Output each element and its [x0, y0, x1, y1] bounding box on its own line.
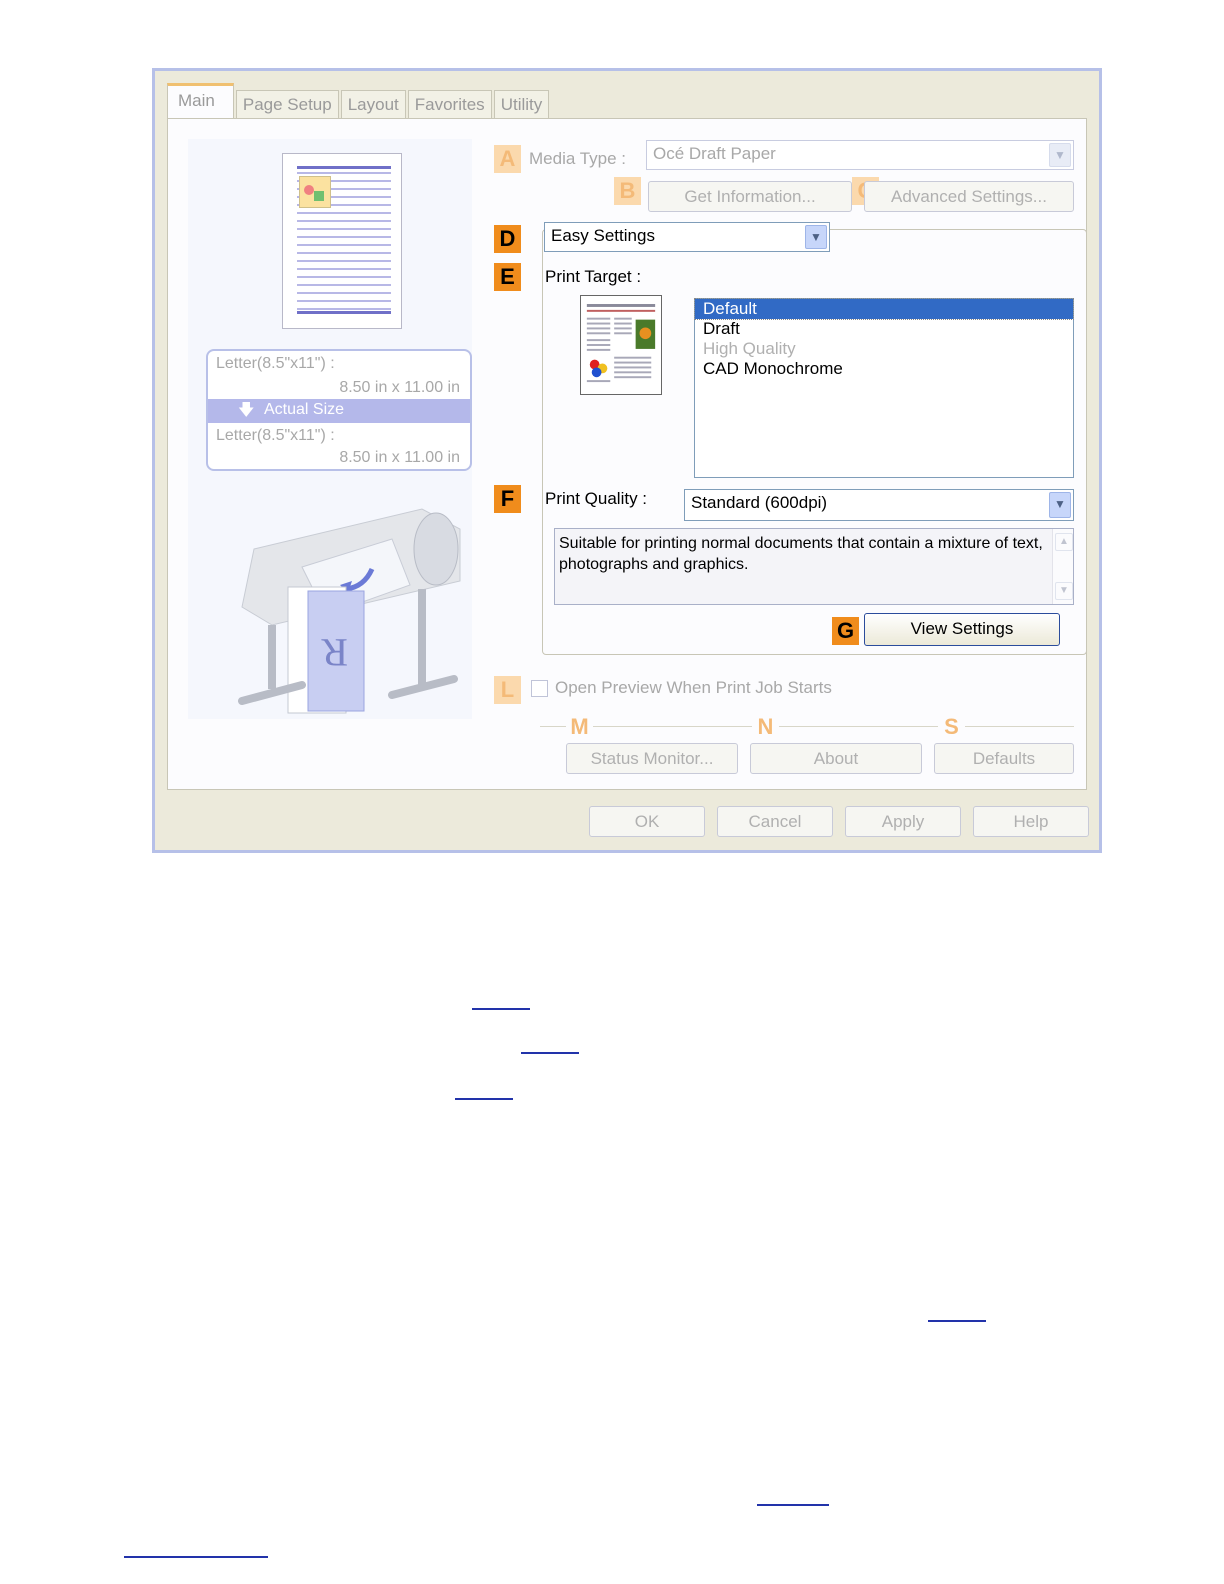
badge-b: B — [614, 177, 641, 205]
original-size-value: 8.50 in x 11.00 in — [339, 379, 460, 396]
status-monitor-button[interactable]: Status Monitor... — [566, 743, 738, 774]
media-type-label: Media Type : — [529, 149, 627, 168]
badge-m: M — [566, 713, 593, 741]
separator — [540, 726, 1074, 727]
description-scrollbar[interactable]: ▲ ▼ — [1052, 529, 1073, 604]
print-target-preview-image — [580, 295, 662, 395]
paper-size-summary: Letter(8.5"x11") : 8.50 in x 11.00 in 🡇 … — [206, 349, 472, 471]
tab-bar: Main Page Setup Layout Favorites Utility — [167, 83, 551, 119]
scroll-down-icon[interactable]: ▼ — [1055, 582, 1073, 600]
settings-mode-value: Easy Settings — [551, 226, 655, 245]
print-quality-select[interactable]: Standard (600dpi) ▼ — [684, 489, 1074, 521]
chevron-down-icon: ▼ — [1049, 492, 1071, 518]
doc-link[interactable] — [757, 1504, 829, 1506]
settings-mode-select[interactable]: Easy Settings ▼ — [544, 222, 830, 252]
apply-button[interactable]: Apply — [845, 806, 961, 837]
output-size-label: Letter(8.5"x11") : — [216, 427, 335, 444]
print-quality-label: Print Quality : — [545, 489, 648, 508]
tab-page-setup[interactable]: Page Setup — [235, 90, 339, 119]
badge-n: N — [752, 713, 779, 741]
media-type-value: Océ Draft Paper — [653, 144, 776, 163]
list-item[interactable]: CAD Monochrome — [695, 359, 1073, 379]
print-quality-value: Standard (600dpi) — [691, 493, 828, 512]
arrow-down-icon: 🡇 — [238, 402, 255, 419]
media-type-select[interactable]: Océ Draft Paper ▼ — [646, 140, 1074, 170]
badge-g: G — [832, 617, 859, 645]
badge-l: L — [494, 676, 521, 704]
list-item[interactable]: Default — [694, 298, 1074, 320]
quality-description-text: Suitable for printing normal documents t… — [559, 535, 1043, 573]
advanced-settings-button[interactable]: Advanced Settings... — [864, 181, 1074, 212]
ok-button[interactable]: OK — [589, 806, 705, 837]
scroll-up-icon[interactable]: ▲ — [1055, 533, 1073, 551]
chevron-down-icon: ▼ — [1049, 143, 1071, 167]
badge-s: S — [938, 713, 965, 741]
chevron-down-icon: ▼ — [805, 225, 827, 249]
print-target-label: Print Target : — [545, 267, 642, 286]
output-size-value: 8.50 in x 11.00 in — [339, 449, 460, 466]
printer-properties-dialog: Main Page Setup Layout Favorites Utility… — [152, 68, 1102, 853]
scaling-band: 🡇 Actual Size — [208, 399, 470, 423]
original-size-label: Letter(8.5"x11") : — [216, 355, 335, 372]
badge-e: E — [494, 263, 521, 291]
badge-d: D — [494, 225, 521, 253]
doc-link[interactable] — [472, 1008, 530, 1010]
printer-illustration: R — [238, 508, 461, 714]
tab-main[interactable]: Main — [167, 83, 234, 119]
view-settings-button[interactable]: View Settings — [864, 613, 1060, 646]
svg-text:R: R — [321, 630, 348, 675]
defaults-button[interactable]: Defaults — [934, 743, 1074, 774]
doc-link[interactable] — [928, 1320, 986, 1322]
page-preview-image — [282, 153, 402, 329]
get-information-button[interactable]: Get Information... — [648, 181, 852, 212]
tab-layout[interactable]: Layout — [340, 90, 406, 119]
list-item[interactable]: High Quality — [695, 339, 1073, 359]
doc-link[interactable] — [521, 1052, 579, 1054]
preview-area: Letter(8.5"x11") : 8.50 in x 11.00 in 🡇 … — [188, 139, 472, 719]
cancel-button[interactable]: Cancel — [717, 806, 833, 837]
doc-link[interactable] — [455, 1098, 513, 1100]
help-button[interactable]: Help — [973, 806, 1089, 837]
main-tab-panel: Letter(8.5"x11") : 8.50 in x 11.00 in 🡇 … — [167, 118, 1087, 790]
print-target-list[interactable]: Default Draft High Quality CAD Monochrom… — [694, 298, 1074, 478]
open-preview-label: Open Preview When Print Job Starts — [555, 678, 832, 697]
tab-utility[interactable]: Utility — [493, 90, 550, 119]
scaling-label: Actual Size — [264, 401, 345, 418]
about-button[interactable]: About — [750, 743, 922, 774]
open-preview-checkbox[interactable] — [531, 680, 548, 697]
quality-description: Suitable for printing normal documents t… — [554, 528, 1074, 605]
badge-a: A — [494, 145, 521, 173]
tab-favorites[interactable]: Favorites — [407, 90, 492, 119]
doc-link[interactable] — [124, 1556, 268, 1558]
badge-f: F — [494, 485, 521, 513]
list-item[interactable]: Draft — [695, 319, 1073, 339]
